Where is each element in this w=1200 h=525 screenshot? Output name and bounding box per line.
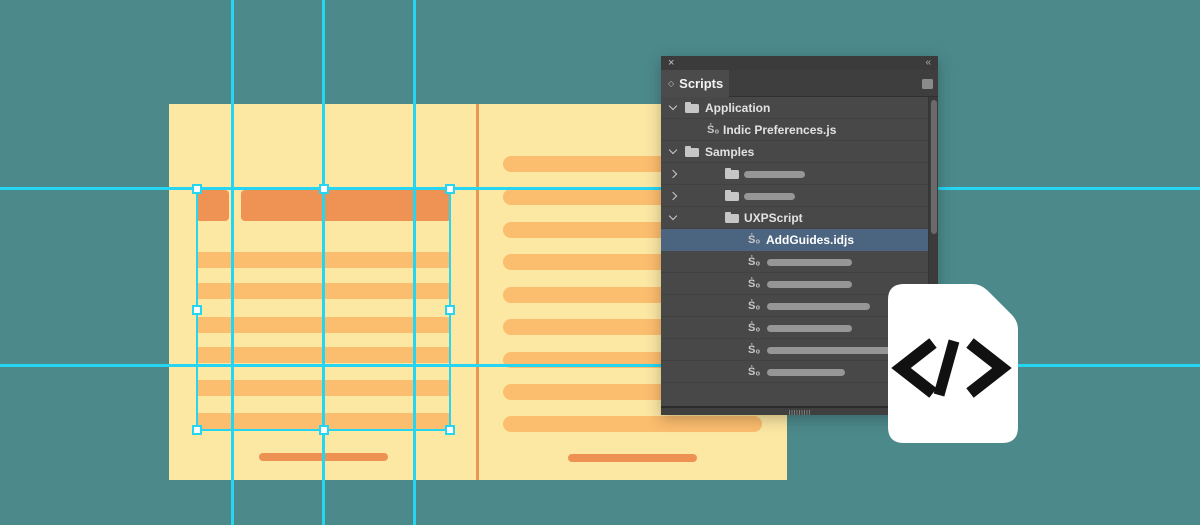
resize-grip-icon[interactable]: [789, 410, 811, 415]
collapse-panel-icon[interactable]: «: [925, 58, 931, 68]
tree-row-uxpscript[interactable]: UXPScript: [661, 207, 928, 229]
spine-line: [476, 104, 479, 480]
tree-row-folder-placeholder[interactable]: [661, 163, 928, 185]
close-icon[interactable]: ×: [668, 58, 674, 68]
chevron-right-icon[interactable]: [669, 170, 677, 178]
selection-handle[interactable]: [445, 184, 455, 194]
selection-handle[interactable]: [445, 305, 455, 315]
tree-row-label: UXPScript: [744, 211, 803, 225]
label-placeholder-bar: [744, 171, 805, 178]
horizontal-guide[interactable]: [0, 364, 1200, 367]
script-icon: Ṡ₀: [748, 232, 760, 248]
panel-tab-bar: ◇ Scripts: [661, 70, 938, 97]
chevron-down-icon[interactable]: [669, 102, 677, 110]
selection-handle[interactable]: [192, 305, 202, 315]
label-placeholder-bar: [767, 281, 852, 288]
script-icon: Ṡ₀: [748, 276, 760, 292]
panel-toggle-icon: ◇: [668, 79, 674, 88]
tree-row-label: Samples: [705, 145, 754, 159]
label-placeholder-bar: [767, 303, 870, 310]
script-icon: Ṡ₀: [748, 298, 760, 314]
tree-row-folder-placeholder[interactable]: [661, 185, 928, 207]
panel-title-bar: × «: [661, 56, 938, 70]
label-placeholder-bar: [767, 347, 895, 354]
tree-row-label: AddGuides.idjs: [766, 233, 854, 247]
tree-row-indic-preferences[interactable]: Ṡ₀ Indic Preferences.js: [661, 119, 928, 141]
script-icon: Ṡ₀: [748, 254, 760, 270]
horizontal-guide[interactable]: [0, 187, 1200, 190]
selection-handle[interactable]: [192, 425, 202, 435]
selection-handle[interactable]: [319, 184, 329, 194]
tree-row-label: Application: [705, 101, 770, 115]
script-icon: Ṡ₀: [707, 122, 719, 138]
selection-handle[interactable]: [319, 425, 329, 435]
tree-row-label: Indic Preferences.js: [723, 123, 836, 137]
panel-menu-icon[interactable]: [922, 79, 933, 89]
chevron-right-icon[interactable]: [669, 192, 677, 200]
script-icon: Ṡ₀: [748, 342, 760, 358]
folder-icon: [685, 148, 699, 157]
tree-row-application[interactable]: Application: [661, 97, 928, 119]
label-placeholder-bar: [767, 369, 845, 376]
tree-row-samples[interactable]: Samples: [661, 141, 928, 163]
canvas: × « ◇ Scripts Application Ṡ₀ Indic Prefe…: [0, 0, 1200, 525]
chevron-down-icon[interactable]: [669, 212, 677, 220]
right-footer-rule: [568, 454, 697, 462]
script-icon: Ṡ₀: [748, 320, 760, 336]
label-placeholder-bar: [767, 325, 852, 332]
panel-title: Scripts: [679, 76, 723, 91]
folder-icon: [685, 104, 699, 113]
code-file-icon: [888, 284, 1018, 443]
tab-scripts[interactable]: ◇ Scripts: [661, 70, 729, 97]
selected-text-frame[interactable]: [196, 188, 451, 431]
tree-row-addguides-selected[interactable]: Ṡ₀ AddGuides.idjs: [661, 229, 928, 251]
folder-icon: [725, 192, 739, 201]
label-placeholder-bar: [744, 193, 795, 200]
folder-icon: [725, 214, 739, 223]
scrollbar-thumb[interactable]: [931, 100, 937, 234]
tree-row-script-placeholder[interactable]: Ṡ₀: [661, 251, 928, 273]
selection-handle[interactable]: [192, 184, 202, 194]
selection-handle[interactable]: [445, 425, 455, 435]
chevron-down-icon[interactable]: [669, 146, 677, 154]
label-placeholder-bar: [767, 259, 852, 266]
script-icon: Ṡ₀: [748, 364, 760, 380]
text-line: [503, 416, 762, 432]
folder-icon: [725, 170, 739, 179]
